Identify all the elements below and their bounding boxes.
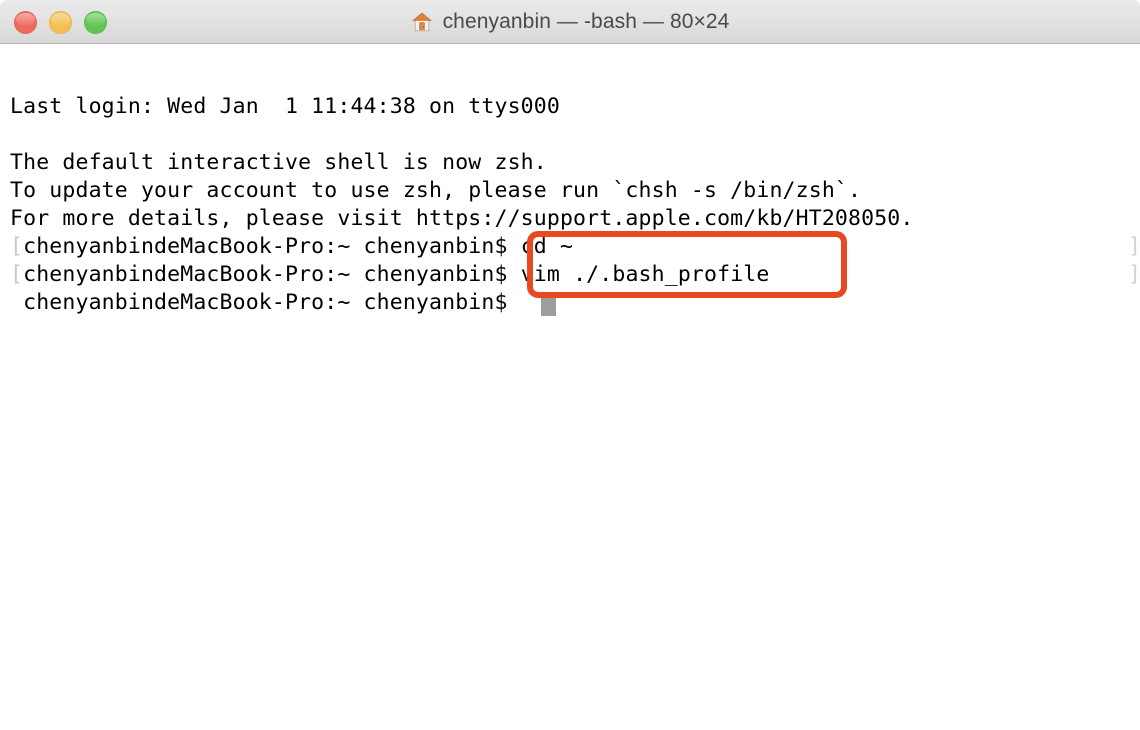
close-button[interactable] bbox=[14, 10, 37, 34]
shell-notice: The default interactive shell is now zsh… bbox=[10, 150, 547, 175]
prompt-1: [chenyanbindeMacBook-Pro:~ chenyanbin$ c… bbox=[10, 233, 573, 261]
minimize-button[interactable] bbox=[49, 10, 72, 34]
window-bottom-edge bbox=[0, 718, 1140, 730]
title-center-group: chenyanbin — -bash — 80×24 bbox=[0, 0, 1140, 44]
home-icon bbox=[410, 12, 433, 32]
command-text: vim ./.bash_profile bbox=[507, 262, 770, 287]
prompt-open-bracket bbox=[10, 290, 23, 315]
prompt-text: chenyanbindeMacBook-Pro:~ chenyanbin$ bbox=[23, 262, 508, 287]
prompt-3: chenyanbindeMacBook-Pro:~ chenyanbin$ bbox=[10, 289, 508, 317]
line-wrap-bracket: ] bbox=[1128, 234, 1140, 259]
title-bar[interactable]: chenyanbin — -bash — 80×24 bbox=[0, 0, 1140, 44]
line-wrap-bracket: ] bbox=[1128, 262, 1140, 287]
window-title: chenyanbin — -bash — 80×24 bbox=[442, 10, 730, 33]
prompt-open-bracket: [ bbox=[10, 262, 24, 287]
text-cursor bbox=[541, 293, 556, 316]
terminal-content[interactable]: Last login: Wed Jan 1 11:44:38 on ttys00… bbox=[0, 44, 1140, 730]
login-line: Last login: Wed Jan 1 11:44:38 on ttys00… bbox=[10, 94, 560, 119]
terminal-window: chenyanbin — -bash — 80×24 Last login: W… bbox=[0, 0, 1140, 730]
update-notice: To update your account to use zsh, pleas… bbox=[10, 178, 862, 203]
prompt-text: chenyanbindeMacBook-Pro:~ chenyanbin$ bbox=[23, 290, 508, 315]
prompt-open-bracket: [ bbox=[10, 234, 24, 259]
window-controls bbox=[14, 0, 107, 44]
details-notice: For more details, please visit https://s… bbox=[10, 206, 914, 231]
maximize-button[interactable] bbox=[84, 10, 107, 34]
prompt-text: chenyanbindeMacBook-Pro:~ chenyanbin$ bbox=[23, 234, 508, 259]
prompt-2: [chenyanbindeMacBook-Pro:~ chenyanbin$ v… bbox=[10, 261, 769, 289]
command-text: cd ~ bbox=[507, 234, 574, 259]
